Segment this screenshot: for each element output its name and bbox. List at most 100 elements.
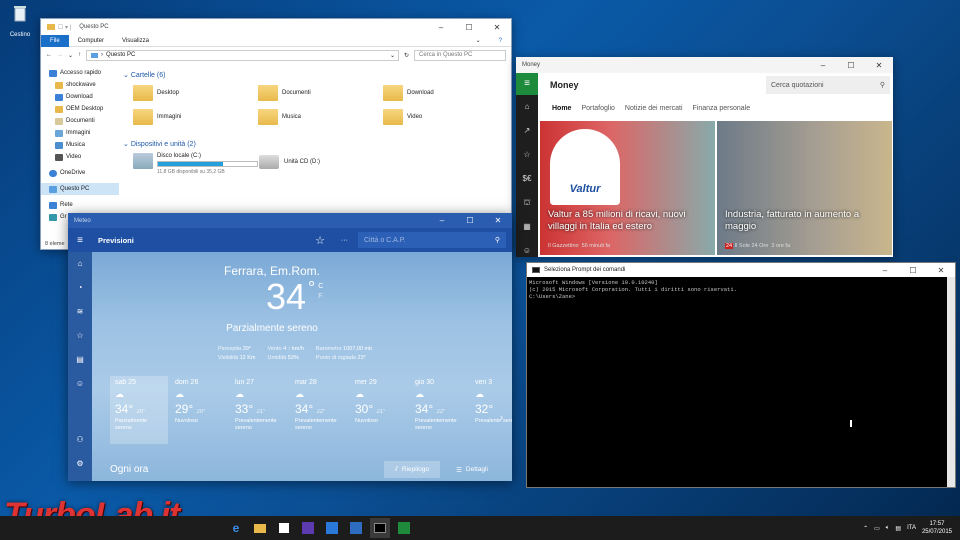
calculator-icon[interactable]: ▦	[516, 215, 538, 239]
command-prompt-window[interactable]: Seleziona Prompt dei comandi – ☐ ✕ Microso…	[526, 262, 956, 488]
graph-icon[interactable]: ≋	[68, 300, 92, 324]
bank-icon[interactable]: ⛫	[516, 191, 538, 215]
money-taskbar-icon[interactable]	[394, 518, 414, 538]
hourly-label[interactable]: Ogni ora	[110, 464, 148, 475]
meteo-titlebar[interactable]: Meteo – ☐ ✕	[68, 213, 512, 228]
help-icon[interactable]: ?	[490, 36, 511, 46]
minimize-button[interactable]: –	[428, 216, 456, 225]
hamburger-menu-icon[interactable]: ≡	[68, 235, 92, 246]
folder-video[interactable]: Video	[383, 109, 508, 125]
chevron-down-icon[interactable]: ⌄	[68, 52, 73, 59]
nav-download[interactable]: Download	[41, 91, 119, 103]
forecast-day[interactable]: lun 27 ☁ 33° 21° Prevalentemente sereno	[230, 376, 288, 444]
forecast-day[interactable]: sab 25 ☁ 34° 20° Parzialmente sereno	[110, 376, 168, 444]
folder-documenti[interactable]: Documenti	[258, 85, 383, 101]
tab-finanza[interactable]: Finanza personale	[693, 105, 751, 112]
radar-icon[interactable]: ◔	[68, 276, 92, 300]
tab-notizie[interactable]: Notizie dei mercati	[625, 105, 683, 112]
close-button[interactable]: ✕	[927, 266, 955, 275]
forecast-day[interactable]: gio 30 ☁ 34° 22° Prevalentemente sereno	[410, 376, 468, 444]
minimize-button[interactable]: –	[809, 61, 837, 70]
drive-c[interactable]: Disco locale (C:) 11,8 GB disponibili su…	[133, 153, 258, 175]
recycle-bin-icon[interactable]: Cestino	[6, 4, 34, 38]
unit-celsius[interactable]: C	[318, 282, 323, 292]
hamburger-menu-icon[interactable]: ≡	[516, 73, 538, 95]
search-input[interactable]: Cerca in Questo PC	[414, 49, 506, 61]
nav-accesso-rapido[interactable]: Accesso rapido	[41, 67, 119, 79]
currency-icon[interactable]: $€	[516, 167, 538, 191]
news-tile-industria[interactable]: Industria, fatturato in aumento a maggio…	[717, 121, 892, 255]
user-icon[interactable]: ⚇	[68, 428, 92, 452]
quick-access-toolbar[interactable]: ☐ ▾ |	[58, 24, 71, 31]
clock[interactable]: 17:57 25/07/2015	[922, 520, 952, 536]
nav-musica[interactable]: Musica	[41, 139, 119, 151]
tab-portafoglio[interactable]: Portafoglio	[581, 105, 614, 112]
money-titlebar[interactable]: Money – ☐ ✕	[516, 57, 893, 73]
nav-documenti[interactable]: Documenti	[41, 115, 119, 127]
minimize-button[interactable]: –	[427, 23, 455, 32]
scrollbar[interactable]	[947, 277, 955, 487]
close-button[interactable]: ✕	[865, 61, 893, 70]
weather-taskbar-icon[interactable]	[322, 518, 342, 538]
forecast-day[interactable]: mar 28 ☁ 34° 22° Prevalentemente sereno	[290, 376, 348, 444]
close-button[interactable]: ✕	[483, 23, 511, 32]
settings-gear-icon[interactable]: ⚙	[68, 452, 92, 476]
favorite-star-icon[interactable]: ☆	[315, 234, 325, 247]
up-arrow-icon[interactable]: ↑	[78, 52, 81, 58]
folder-immagini[interactable]: Immagini	[133, 109, 258, 125]
forecast-day[interactable]: dom 26 ☁ 29° 20° Nuvoloso	[170, 376, 228, 444]
home-icon[interactable]: ⌂	[68, 252, 92, 276]
close-button[interactable]: ✕	[484, 216, 512, 225]
forecast-day[interactable]: ven 3 ☁ 32° Prevalente sereno	[470, 376, 512, 444]
refresh-icon[interactable]: ↻	[404, 52, 409, 59]
drive-d[interactable]: Unità CD (D:)	[259, 155, 320, 169]
chevron-down-icon[interactable]: ⌄	[467, 35, 490, 46]
folder-download[interactable]: Download	[383, 85, 508, 101]
cmd-titlebar[interactable]: Seleziona Prompt dei comandi – ☐ ✕	[527, 263, 955, 277]
back-arrow-icon[interactable]: ←	[46, 52, 52, 58]
address-field[interactable]: › Questo PC ⌄	[86, 49, 399, 61]
tab-file[interactable]: File	[41, 34, 69, 47]
maximize-button[interactable]: ☐	[456, 216, 484, 225]
file-explorer-taskbar-icon[interactable]	[250, 518, 270, 538]
tab-computer[interactable]: Computer	[69, 36, 113, 46]
quote-search-input[interactable]: Cerca quotazioni ⚲	[766, 76, 890, 94]
devices-header[interactable]: ⌄ Dispositivi e unità (2)	[123, 140, 196, 148]
maximize-button[interactable]: ☐	[837, 61, 865, 70]
chevron-up-icon[interactable]: ⌃	[863, 525, 868, 532]
nav-shockwave[interactable]: shockwave	[41, 79, 119, 91]
notification-icon[interactable]: ▭	[874, 525, 880, 532]
forward-arrow-icon[interactable]: →	[57, 52, 63, 58]
star-icon[interactable]: ☆	[68, 324, 92, 348]
summary-button[interactable]: ⫽ Riepilogo	[384, 461, 440, 478]
explorer-titlebar[interactable]: ☐ ▾ | Questo PC – ☐ ✕	[41, 19, 511, 35]
star-icon[interactable]: ☆	[516, 143, 538, 167]
next-arrow-icon[interactable]: ›	[500, 412, 503, 422]
nav-video[interactable]: Video	[41, 151, 119, 163]
news-icon[interactable]: ▤	[68, 348, 92, 372]
search-icon[interactable]: ⚲	[495, 236, 500, 244]
folder-musica[interactable]: Musica	[258, 109, 383, 125]
unit-fahrenheit[interactable]: F	[318, 292, 323, 302]
network-icon[interactable]: ▤	[895, 525, 901, 532]
console-output[interactable]: Microsoft Windows [Versione 10.0.10240](…	[527, 277, 955, 302]
news-tile-valtur[interactable]: Valtur Valtur a 85 milioni di ricavi, nu…	[540, 121, 715, 255]
chart-icon[interactable]: ↗	[516, 119, 538, 143]
home-icon[interactable]: ⌂	[516, 95, 538, 119]
folder-desktop[interactable]: Desktop	[133, 85, 258, 101]
nav-oem-desktop[interactable]: OEM Desktop	[41, 103, 119, 115]
store-icon[interactable]	[274, 518, 294, 538]
language-indicator[interactable]: ITA	[907, 525, 916, 531]
nav-rete[interactable]: Rete	[41, 199, 119, 211]
meteo-app-window[interactable]: Meteo – ☐ ✕ ≡ Previsioni ☆ ··· Città o C.A…	[68, 213, 512, 481]
forecast-day[interactable]: mer 29 ☁ 30° 21° Nuvoloso	[350, 376, 408, 444]
app-purple-icon[interactable]	[298, 518, 318, 538]
minimize-button[interactable]: –	[871, 266, 899, 275]
nav-onedrive[interactable]: OneDrive	[41, 167, 119, 179]
more-icon[interactable]: ···	[341, 237, 348, 244]
folders-header[interactable]: ⌄ Cartelle (6)	[123, 71, 165, 79]
search-icon[interactable]: ⚲	[880, 81, 885, 89]
details-button[interactable]: ☰ Dettagli	[444, 461, 500, 478]
maximize-button[interactable]: ☐	[455, 23, 483, 32]
news-taskbar-icon[interactable]	[346, 518, 366, 538]
